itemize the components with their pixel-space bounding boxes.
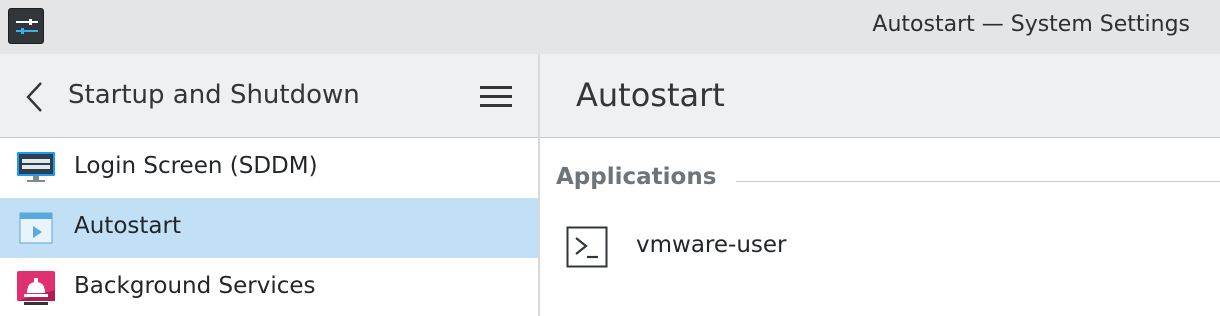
- system-settings-icon[interactable]: [8, 8, 44, 44]
- hamburger-menu-icon: [480, 86, 512, 107]
- sidebar-item-background-services[interactable]: Background Services: [0, 258, 538, 316]
- section-heading-applications: Applications: [556, 164, 717, 190]
- sidebar-item-label: Background Services: [74, 273, 316, 299]
- content-header: Autostart: [540, 54, 1220, 138]
- page-title: Autostart: [576, 76, 725, 114]
- autostart-icon: [19, 212, 53, 244]
- back-button[interactable]: [18, 78, 52, 116]
- sidebar: Startup and Shutdown Login Screen (SDDM)…: [0, 54, 538, 316]
- hamburger-menu-button[interactable]: [476, 78, 516, 116]
- window-titlebar: Autostart — System Settings: [0, 0, 1220, 54]
- sidebar-item-login-screen[interactable]: Login Screen (SDDM): [0, 138, 538, 198]
- section-divider: [736, 181, 1220, 182]
- background-services-icon: [17, 271, 55, 305]
- terminal-icon: [566, 226, 608, 268]
- sidebar-title: Startup and Shutdown: [68, 80, 360, 110]
- chevron-left-icon: [26, 82, 42, 112]
- sidebar-item-autostart[interactable]: Autostart: [0, 198, 538, 258]
- sidebar-item-label: Login Screen (SDDM): [74, 153, 318, 179]
- sidebar-item-label: Autostart: [74, 213, 181, 239]
- monitor-icon: [17, 152, 55, 182]
- window-title: Autostart — System Settings: [872, 12, 1190, 37]
- main-content: Autostart Applications vmware-user: [540, 54, 1220, 316]
- application-name: vmware-user: [636, 232, 787, 258]
- list-item-application[interactable]: vmware-user: [540, 216, 1220, 280]
- sidebar-header: Startup and Shutdown: [0, 54, 538, 138]
